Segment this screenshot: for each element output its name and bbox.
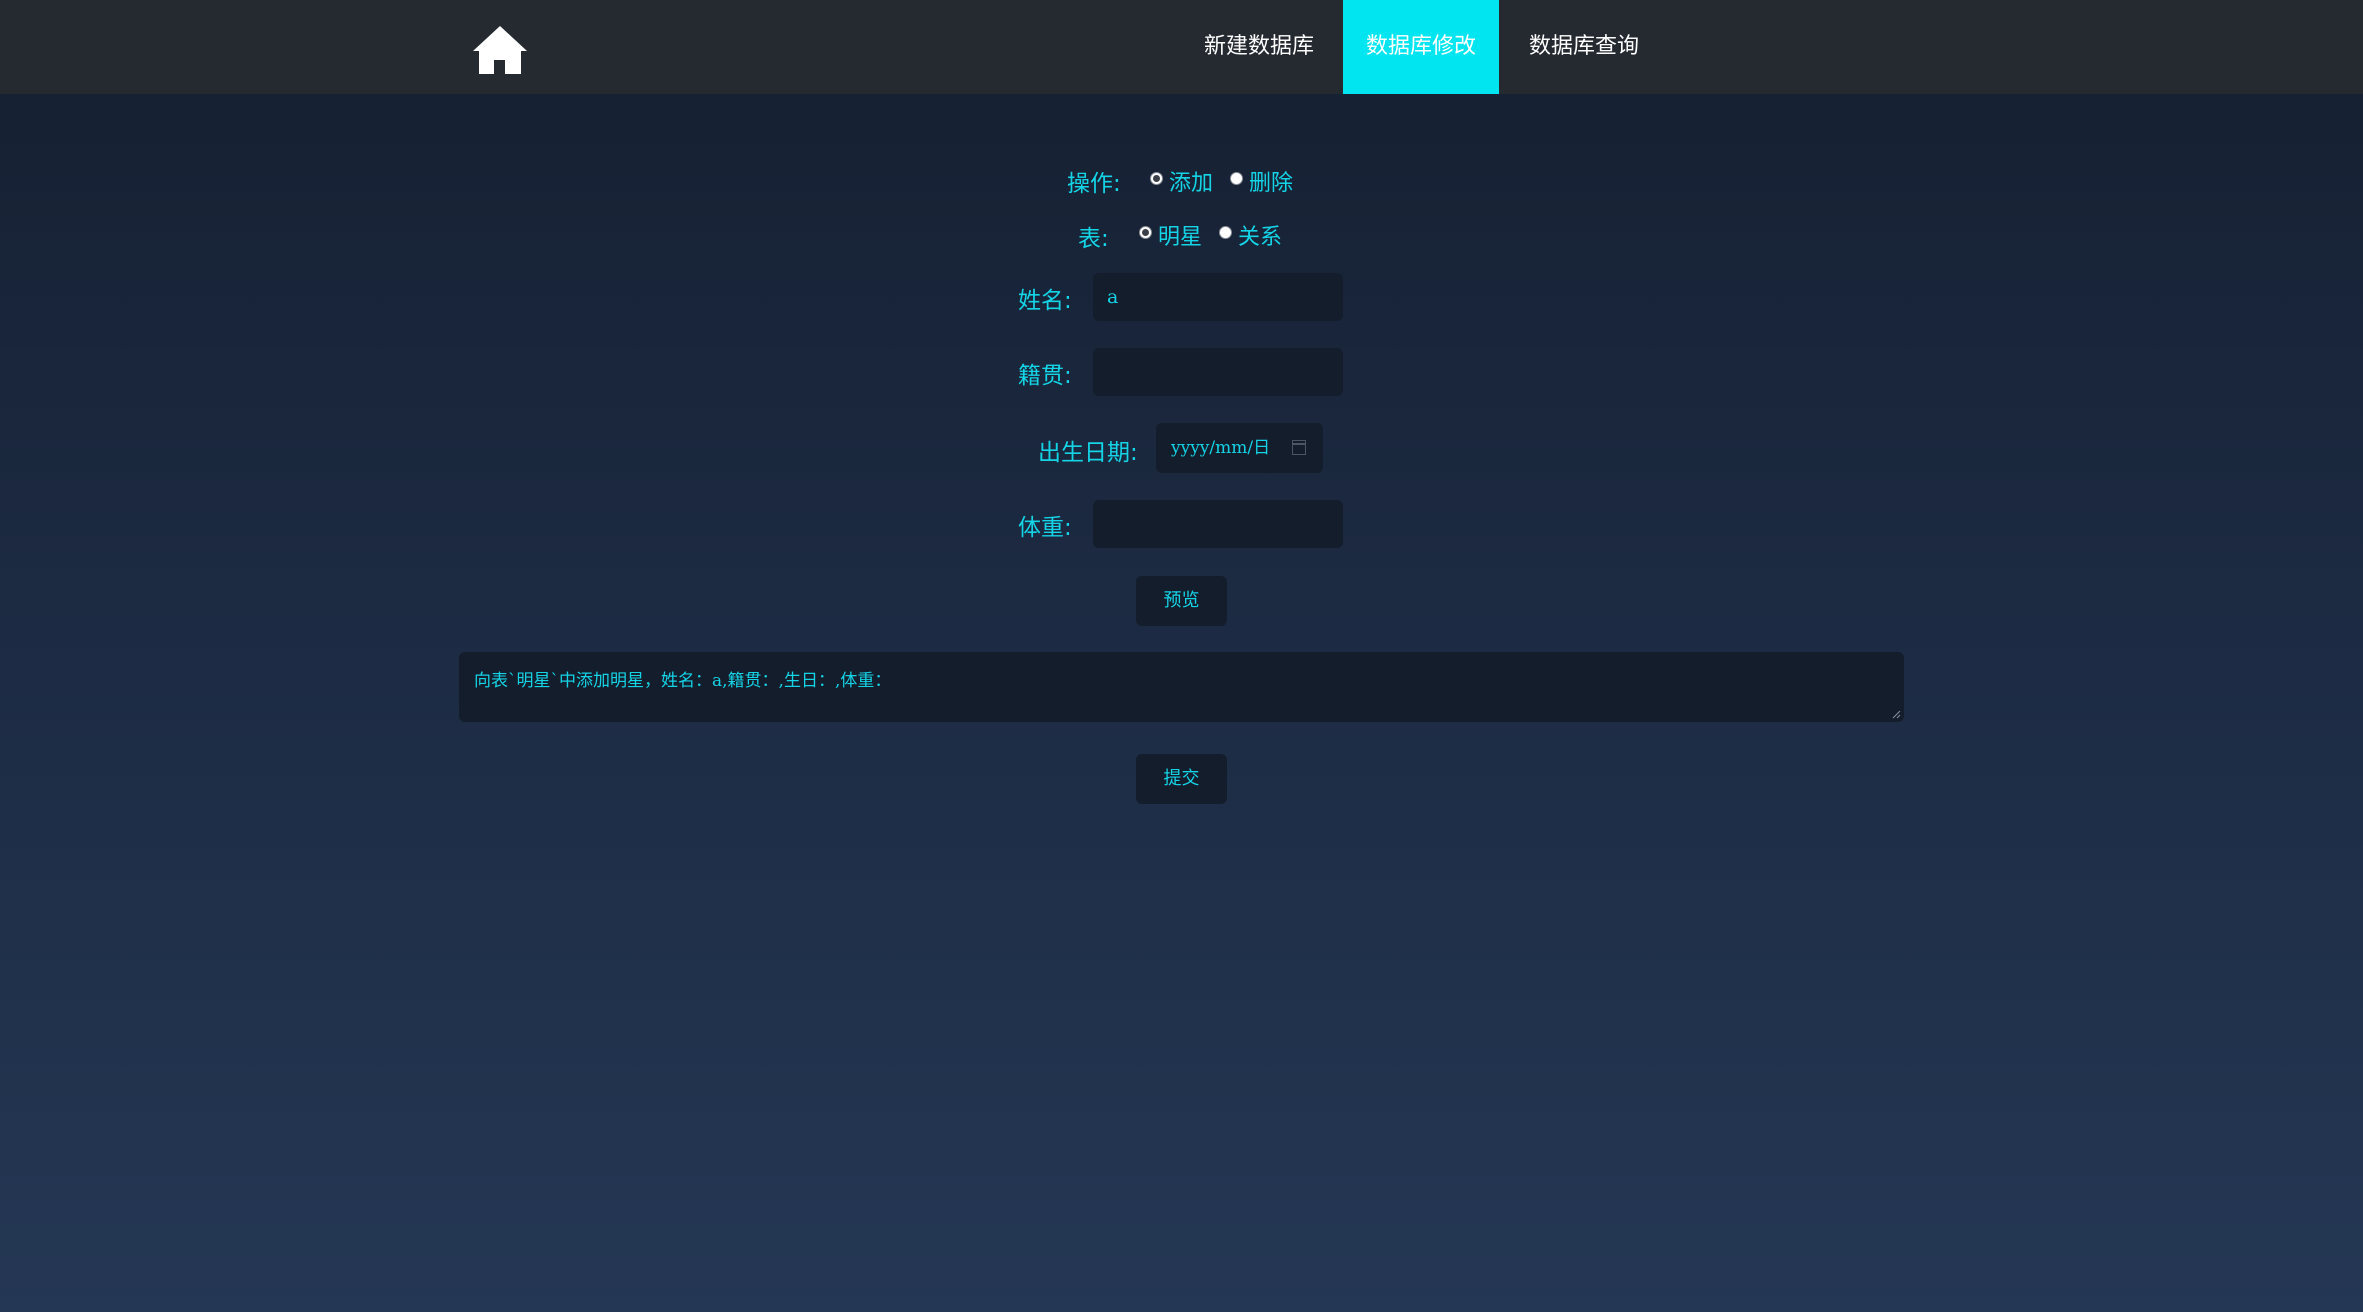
top-navbar: 新建数据库 数据库修改 数据库查询 <box>0 0 2363 94</box>
calendar-icon[interactable] <box>1292 440 1306 455</box>
table-label: 表: <box>1078 226 1109 252</box>
preview-textarea[interactable]: 向表`明星`中添加明星，姓名：a,籍贯：,生日：,体重： <box>459 652 1904 722</box>
radio-star-label[interactable]: 明星 <box>1158 219 1202 251</box>
weight-label: 体重: <box>1018 515 1072 541</box>
birthdate-input[interactable]: yyyy/mm/日 <box>1156 423 1323 473</box>
preview-text: 向表`明星`中添加明星，姓名：a,籍贯：,生日：,体重： <box>474 671 892 691</box>
operation-label: 操作: <box>1067 171 1121 197</box>
hometown-input[interactable] <box>1093 348 1343 396</box>
home-button[interactable] <box>471 24 529 76</box>
weight-input[interactable] <box>1093 500 1343 548</box>
name-input[interactable]: a <box>1093 273 1343 321</box>
birthdate-placeholder: yyyy/mm/日 <box>1171 438 1271 458</box>
radio-delete-label[interactable]: 删除 <box>1249 165 1293 197</box>
name-label: 姓名: <box>1018 288 1072 314</box>
radio-relation[interactable] <box>1219 226 1232 239</box>
radio-add-label[interactable]: 添加 <box>1169 165 1213 197</box>
resize-handle-icon[interactable] <box>1892 710 1901 719</box>
preview-button[interactable]: 预览 <box>1136 576 1227 626</box>
nav-modify-database[interactable]: 数据库修改 <box>1343 0 1499 94</box>
radio-relation-label[interactable]: 关系 <box>1238 219 1282 251</box>
hometown-label: 籍贯: <box>1018 363 1072 389</box>
birthdate-label: 出生日期: <box>1038 440 1138 466</box>
nav-create-database[interactable]: 新建数据库 <box>1190 0 1328 94</box>
submit-button[interactable]: 提交 <box>1136 754 1227 804</box>
nav-query-database[interactable]: 数据库查询 <box>1515 0 1653 94</box>
home-icon <box>473 26 527 74</box>
radio-star[interactable] <box>1139 226 1152 239</box>
radio-add[interactable] <box>1150 172 1163 185</box>
radio-delete[interactable] <box>1230 172 1243 185</box>
